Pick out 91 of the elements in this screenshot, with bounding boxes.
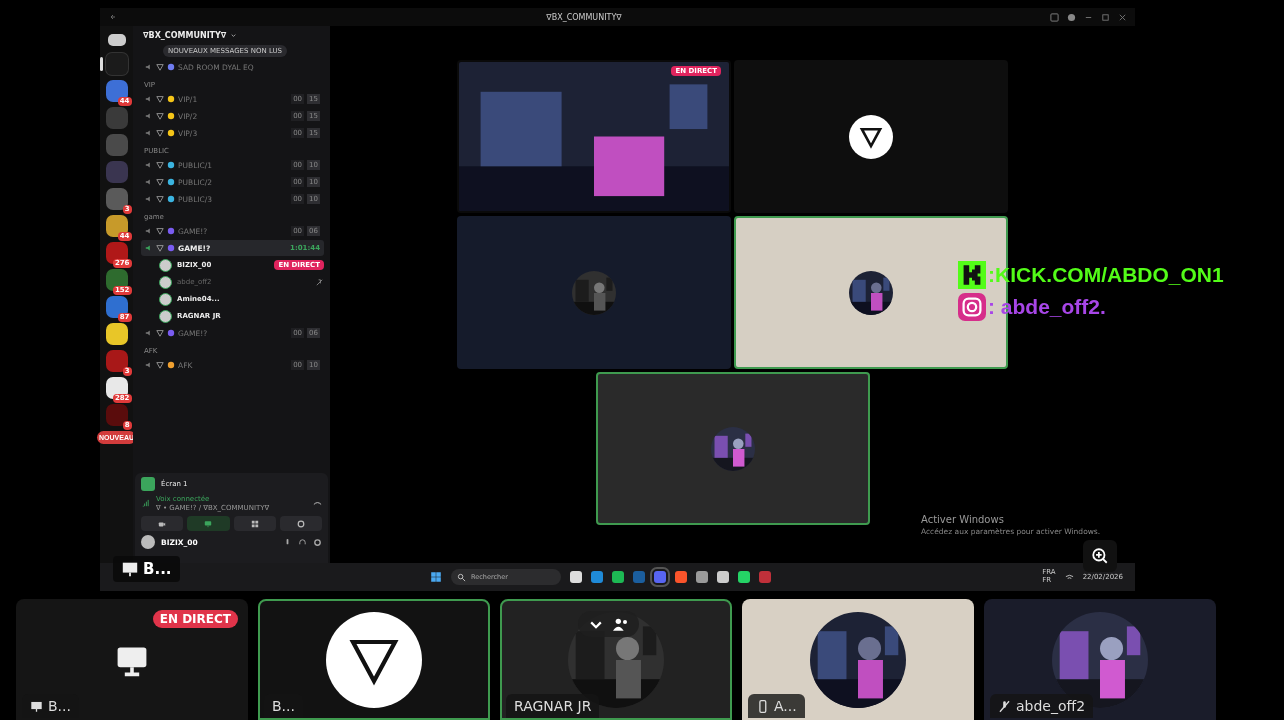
participant-name: B... xyxy=(48,698,71,714)
taskbar-app-icon[interactable] xyxy=(591,571,603,583)
close-icon[interactable] xyxy=(1118,12,1127,22)
monitor-icon xyxy=(204,519,213,528)
server-header[interactable]: ∇BX_COMMUNITY∇ xyxy=(133,26,330,45)
server-icon[interactable] xyxy=(105,404,128,426)
server-icon[interactable] xyxy=(105,215,128,237)
speaker-icon xyxy=(145,195,153,203)
speaker-icon xyxy=(145,178,153,186)
activity-button[interactable] xyxy=(233,516,276,531)
participant-name: B... xyxy=(272,698,295,714)
muted-icon xyxy=(315,277,324,287)
server-icon[interactable] xyxy=(105,296,128,318)
avatar xyxy=(159,275,172,289)
wifi-icon[interactable] xyxy=(1064,572,1074,582)
server-icon[interactable] xyxy=(105,377,128,399)
participant-name: B... xyxy=(143,560,172,578)
screen-thumbnail xyxy=(141,477,155,491)
speaker-icon xyxy=(145,161,153,169)
triangle-icon xyxy=(156,129,164,137)
video-tile[interactable]: RAGNAR JR xyxy=(500,599,732,720)
camera-icon xyxy=(158,519,167,528)
camera-button[interactable] xyxy=(141,516,184,531)
taskbar-app-icon[interactable] xyxy=(675,571,687,583)
back-icon[interactable] xyxy=(108,12,118,22)
triangle-icon xyxy=(156,329,164,337)
avatar xyxy=(159,309,172,323)
zoom-in-button[interactable] xyxy=(1083,540,1117,572)
participant-name: abde_off2 xyxy=(1016,698,1086,714)
signal-icon xyxy=(141,499,150,508)
inbox-icon[interactable] xyxy=(1050,12,1059,22)
taskbar-app-icon[interactable] xyxy=(738,571,750,583)
activation-title: Activer Windows xyxy=(921,514,1005,525)
zoom-in-icon xyxy=(1091,547,1109,565)
triangle-icon xyxy=(156,195,164,203)
chat-bubble-icon[interactable] xyxy=(106,32,127,48)
triangle-icon xyxy=(156,361,164,369)
video-tile[interactable] xyxy=(595,372,870,525)
server-icon[interactable] xyxy=(105,323,128,345)
triangle-icon xyxy=(156,244,164,252)
speaker-icon xyxy=(145,95,153,103)
triangle-icon xyxy=(156,178,164,186)
taskbar-app-icon[interactable] xyxy=(717,571,729,583)
speaker-icon xyxy=(145,112,153,120)
screen-button[interactable] xyxy=(187,516,230,531)
participant-name: RAGNAR JR xyxy=(514,698,592,714)
window-title: ∇BX_COMMUNITY∇ xyxy=(545,12,623,22)
video-tile[interactable]: A... xyxy=(742,599,974,720)
video-tile[interactable] xyxy=(457,216,731,369)
people-icon[interactable] xyxy=(613,616,629,632)
speaker-icon xyxy=(145,329,153,337)
speaker-icon xyxy=(145,244,153,252)
speaker-icon xyxy=(145,63,153,71)
avatar xyxy=(159,292,172,306)
triangle-icon xyxy=(156,227,164,235)
video-tile[interactable]: EN DIRECT B... xyxy=(16,599,248,720)
avatar xyxy=(159,258,172,272)
server-icon[interactable] xyxy=(105,242,128,264)
soundboard-button[interactable] xyxy=(279,516,322,531)
triangle-icon xyxy=(156,63,164,71)
avatar xyxy=(141,535,155,549)
taskbar-app-icon[interactable] xyxy=(612,571,624,583)
video-tile[interactable] xyxy=(734,60,1008,213)
grid-icon xyxy=(250,519,259,528)
triangle-icon xyxy=(156,95,164,103)
triangle-icon xyxy=(156,161,164,169)
instagram-logo-icon xyxy=(958,293,986,321)
speaker-icon xyxy=(145,129,153,137)
selected-indicator xyxy=(99,57,103,71)
phone-icon xyxy=(756,699,769,713)
settings-icon[interactable] xyxy=(313,537,322,547)
speaker-icon xyxy=(145,227,153,235)
taskbar-app-icon[interactable] xyxy=(570,571,582,583)
participant-name: A... xyxy=(774,698,797,714)
maximize-icon[interactable] xyxy=(1101,12,1110,22)
video-tile[interactable]: abde_off2 xyxy=(984,599,1216,720)
server-icon[interactable] xyxy=(105,80,128,102)
speaker-icon xyxy=(145,361,153,369)
server-icon[interactable] xyxy=(105,269,128,291)
triangle-icon xyxy=(156,112,164,120)
start-icon[interactable] xyxy=(430,571,442,583)
monitor-icon xyxy=(30,699,43,713)
live-badge: EN DIRECT xyxy=(152,610,238,628)
headphones-icon[interactable] xyxy=(298,537,307,547)
kick-logo-icon xyxy=(958,261,986,289)
video-tile[interactable]: B... xyxy=(258,599,490,720)
monitor-icon xyxy=(121,560,139,578)
muted-icon xyxy=(998,699,1011,713)
disconnect-icon[interactable] xyxy=(313,499,322,508)
search-icon xyxy=(457,572,466,582)
taskbar-app-icon[interactable] xyxy=(696,571,708,583)
